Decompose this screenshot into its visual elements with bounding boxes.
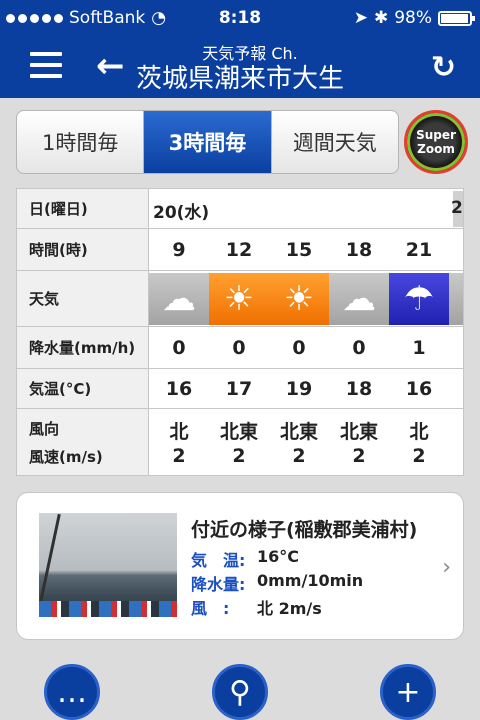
nearby-temp-value: 16°C <box>257 547 300 566</box>
bluetooth-icon: ✱ <box>373 8 389 28</box>
menu-icon[interactable] <box>30 52 62 80</box>
hour-cell-3: 18 <box>345 239 373 261</box>
row-precip: 降水量(mm/h) 0 0 0 0 1 <box>17 327 463 369</box>
label-wind: 風向 風速(m/s) <box>17 409 149 475</box>
hour-cell-2: 15 <box>285 239 313 261</box>
battery-percent: 98% <box>394 8 432 28</box>
row-wind: 風向 風速(m/s) 北北東 北東 北東北 2 2 2 2 2 <box>17 409 463 475</box>
live-camera-photo <box>39 513 177 617</box>
rain-icon: ☂ <box>389 273 449 325</box>
location-icon: ➤ <box>353 8 368 28</box>
forecast-table: 日(曜日) 20(水) 2 時間(時) 9 12 15 18 21 天気 ☁ ☀ ☀ ☁ ☂ 降… <box>16 188 464 476</box>
nearby-precip-value: 0mm/10min <box>257 571 364 590</box>
temp-cell-0: 16 <box>165 378 193 400</box>
hour-cell-0: 9 <box>172 239 186 261</box>
battery-icon <box>438 10 475 26</box>
precip-cell-3: 0 <box>352 337 366 359</box>
plus-icon: + <box>395 674 421 710</box>
date-value: 20(水) <box>153 203 210 223</box>
temp-cell-1: 17 <box>225 378 253 400</box>
nearby-precip-label: 降水量: <box>191 575 246 594</box>
tab-0[interactable]: 1時間毎 <box>17 111 145 173</box>
temp-cell-3: 18 <box>345 378 373 400</box>
app-header: ← 天気予報 Ch. 茨城県潮来市大生 ↻ <box>0 40 480 98</box>
precip-cell-2: 0 <box>292 337 306 359</box>
tab-2[interactable]: 週間天気 <box>272 111 398 173</box>
nearby-temp-row: 気 温: 16°C <box>191 547 299 571</box>
wind-speed-cell-1: 2 <box>232 445 246 467</box>
row-hour: 時間(時) 9 12 15 18 21 <box>17 229 463 271</box>
search-button[interactable]: ⚲ <box>212 664 268 720</box>
add-button[interactable]: + <box>380 664 436 720</box>
nearby-wind-label: 風 : <box>191 599 230 618</box>
label-temp: 気温(°C) <box>17 369 149 408</box>
nearby-precip-row: 降水量: 0mm/10min <box>191 571 363 595</box>
super-zoom-label-1: Super <box>416 128 456 142</box>
next-date-value: 2 <box>451 198 463 218</box>
hour-cell-1: 12 <box>225 239 253 261</box>
wind-speed-cell-3: 2 <box>352 445 366 467</box>
sunny-icon: ☀ <box>209 273 269 325</box>
tab-1[interactable]: 3時間毎 <box>144 111 272 173</box>
wind-speed-cell-4: 2 <box>412 445 426 467</box>
wind-speed-cell-0: 2 <box>172 445 186 467</box>
super-zoom-label-2: Zoom <box>417 142 455 156</box>
partial-weather-icon <box>449 273 463 325</box>
nearby-wind-row: 風 : 北 2m/s <box>191 595 322 619</box>
wind-dir-cell-0: 北 <box>169 421 189 443</box>
precip-cell-4: 1 <box>412 337 426 359</box>
row-date: 日(曜日) 20(水) 2 <box>17 189 463 229</box>
wind-dir-cell-2: 北東 <box>279 421 318 443</box>
temp-cell-2: 19 <box>285 378 313 400</box>
nearby-place: 付近の様子(稲敷郡美浦村) <box>191 519 418 541</box>
chat-bubble-icon: … <box>57 674 87 710</box>
location-title: 茨城県潮来市大生 <box>136 64 345 94</box>
wind-speed-cell-2: 2 <box>292 445 306 467</box>
wind-dir-cell-4: 北 <box>409 421 429 443</box>
comment-button[interactable]: … <box>44 664 100 720</box>
interval-tabs: 1時間毎 3時間毎 週間天気 <box>16 110 399 174</box>
super-zoom-button[interactable]: Super Zoom <box>404 110 468 174</box>
cloudy-icon: ☁ <box>149 273 209 325</box>
search-icon: ⚲ <box>229 674 251 710</box>
status-bar: SoftBank ◔ 8:18 ➤ ✱ 98% <box>0 0 480 40</box>
status-right: ➤ ✱ 98% <box>353 8 475 28</box>
temp-cell-4: 16 <box>405 378 433 400</box>
nearby-temp-label: 気 温: <box>191 551 246 570</box>
nearby-wind-value: 北 2m/s <box>257 599 322 618</box>
label-precip: 降水量(mm/h) <box>17 327 149 368</box>
label-date: 日(曜日) <box>17 189 149 228</box>
chevron-right-icon: › <box>442 555 451 580</box>
wind-dir-cell-1: 北東 <box>219 421 258 443</box>
label-hour: 時間(時) <box>17 229 149 270</box>
wind-dir-cell-3: 北東 <box>339 421 378 443</box>
back-arrow-icon[interactable]: ← <box>96 46 125 86</box>
precip-cell-0: 0 <box>172 337 186 359</box>
label-weather: 天気 <box>17 271 149 326</box>
label-wind-speed: 風速(m/s) <box>29 448 103 466</box>
row-temp: 気温(°C) 16 17 19 18 16 <box>17 369 463 409</box>
precip-cell-1: 0 <box>232 337 246 359</box>
refresh-icon[interactable]: ↻ <box>431 50 456 85</box>
nearby-conditions-card[interactable]: 付近の様子(稲敷郡美浦村) 気 温: 16°C 降水量: 0mm/10min 風… <box>16 492 464 640</box>
sunny-icon: ☀ <box>269 273 329 325</box>
hour-cell-4: 21 <box>405 239 433 261</box>
cloudy-icon: ☁ <box>329 273 389 325</box>
label-wind-dir: 風向 <box>29 420 60 438</box>
row-weather: 天気 ☁ ☀ ☀ ☁ ☂ <box>17 271 463 327</box>
